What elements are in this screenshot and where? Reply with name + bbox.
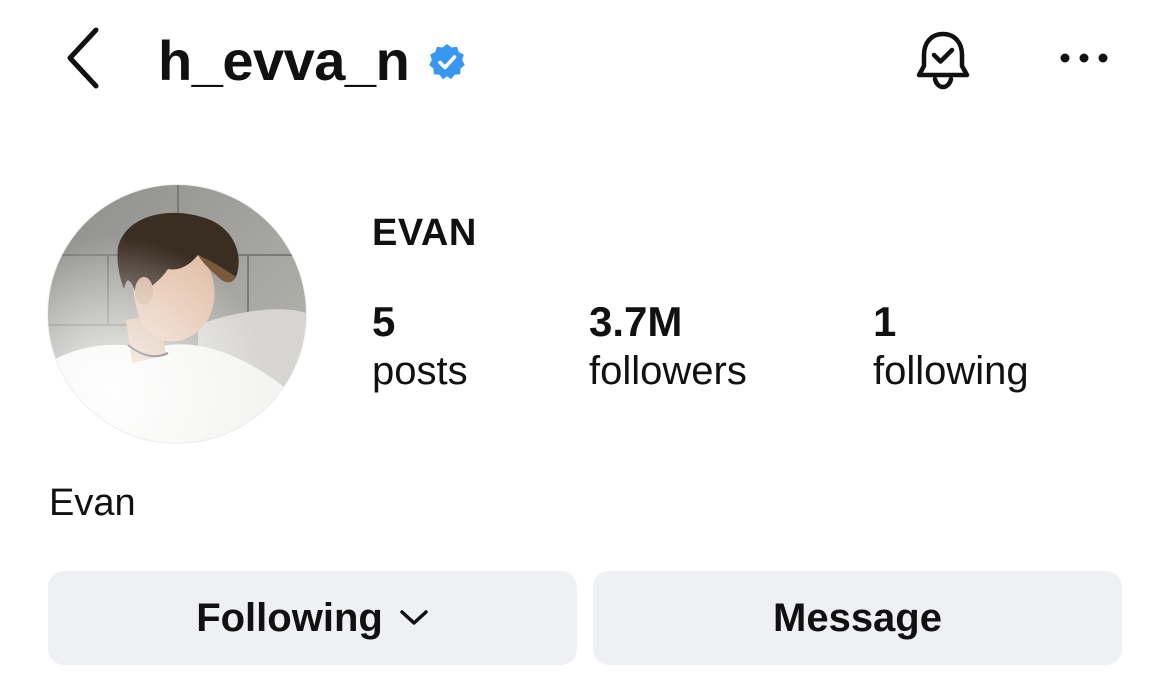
profile-photo bbox=[48, 185, 306, 443]
stat-posts[interactable]: 5 posts bbox=[372, 298, 468, 396]
posts-label: posts bbox=[372, 349, 468, 393]
notifications-button[interactable] bbox=[905, 24, 981, 96]
followers-label: followers bbox=[589, 349, 747, 393]
more-options-button[interactable] bbox=[1052, 36, 1116, 80]
following-button[interactable]: Following bbox=[48, 571, 577, 665]
stat-followers[interactable]: 3.7M followers bbox=[589, 298, 747, 396]
posts-count: 5 bbox=[372, 298, 396, 345]
following-label: following bbox=[873, 349, 1029, 393]
more-horizontal-icon bbox=[1060, 53, 1108, 63]
display-name: EVAN bbox=[372, 212, 477, 254]
following-count: 1 bbox=[873, 298, 897, 345]
profile-header-title: h_evva_n bbox=[158, 26, 467, 96]
bio-text: Evan bbox=[49, 482, 136, 524]
stat-following[interactable]: 1 following bbox=[873, 298, 1029, 396]
chevron-down-icon bbox=[400, 610, 428, 625]
followers-count: 3.7M bbox=[589, 298, 683, 345]
following-button-label: Following bbox=[196, 595, 383, 640]
verified-badge-icon bbox=[429, 44, 466, 80]
avatar[interactable] bbox=[48, 185, 306, 443]
bell-check-icon bbox=[916, 31, 970, 90]
message-button[interactable]: Message bbox=[593, 571, 1122, 665]
username: h_evva_n bbox=[158, 29, 410, 92]
back-button[interactable] bbox=[52, 22, 116, 94]
message-button-label: Message bbox=[773, 595, 942, 640]
chevron-left-icon bbox=[67, 27, 99, 89]
